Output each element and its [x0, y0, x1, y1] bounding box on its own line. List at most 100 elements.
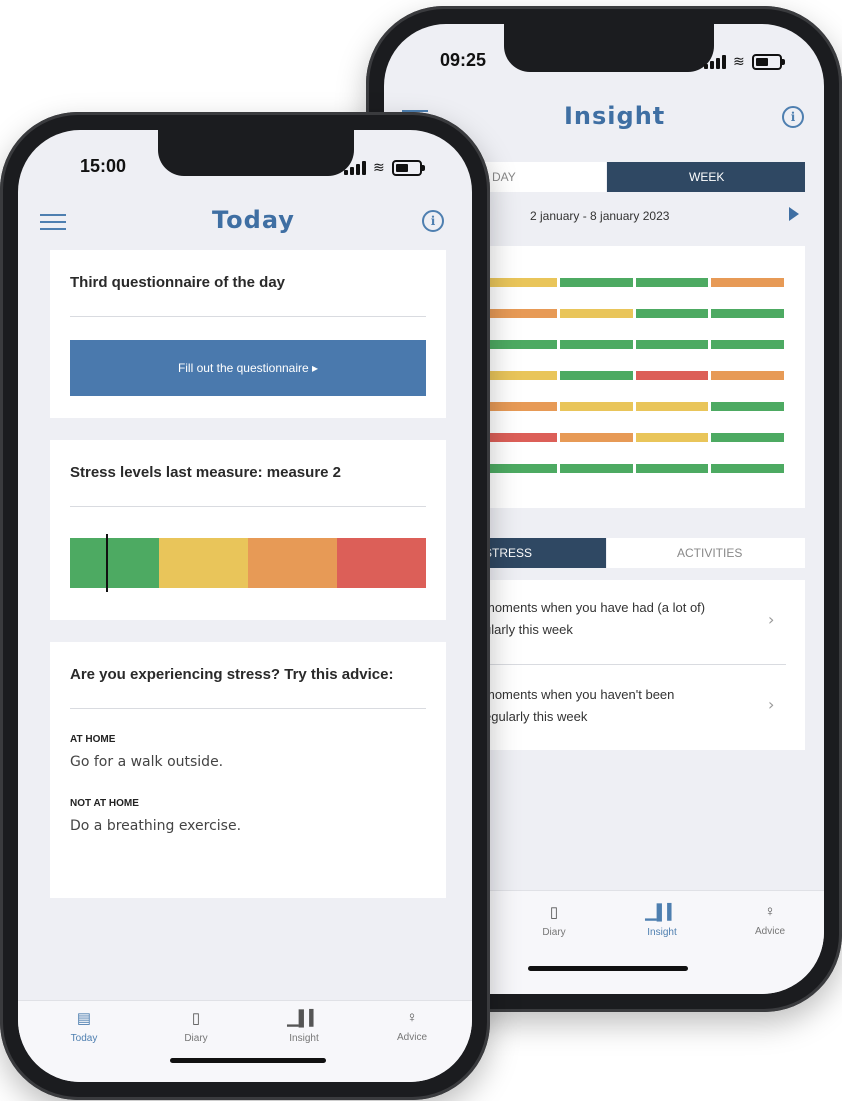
- stress-segment-orange: [711, 278, 784, 287]
- status-time: 09:25: [440, 50, 487, 70]
- back-notch: [504, 24, 714, 72]
- card-divider: [70, 708, 426, 709]
- stress-segment-green: [70, 538, 159, 588]
- stress-row: [484, 433, 784, 442]
- tab-stress-label: STRESS: [484, 546, 533, 560]
- advice-title: Are you experiencing stress? Try this ad…: [70, 666, 394, 683]
- tab-diary[interactable]: ▯ Diary: [524, 903, 584, 938]
- stress-segment-orange: [484, 309, 557, 318]
- wifi-icon: ≋: [373, 160, 385, 176]
- stress-segment-yellow: [484, 278, 557, 287]
- info-icon[interactable]: i: [782, 106, 804, 128]
- stress-segment-green: [635, 464, 709, 473]
- front-phone: 15:00 ≋ Today i Third questionnaire of t…: [0, 112, 490, 1100]
- status-icons: ≋: [344, 160, 425, 176]
- stress-segment-green: [559, 340, 633, 349]
- stress-segment-green: [711, 402, 784, 411]
- tab-week[interactable]: WEEK: [607, 162, 805, 192]
- tab-insight[interactable]: ▁▌▍ Insight: [274, 1009, 334, 1044]
- home-indicator: [528, 966, 688, 971]
- insight-icon: ▁▌▍: [287, 1010, 321, 1027]
- front-tab-bar: ▤ Today ▯ Diary ▁▌▍ Insight ♀ Advice: [18, 1000, 472, 1082]
- stress-segment-green: [559, 371, 633, 380]
- tab-today-label: Today: [70, 1033, 98, 1044]
- stress-segment-green: [635, 278, 709, 287]
- front-notch: [158, 130, 354, 176]
- tab-advice[interactable]: ♀ Advice: [382, 1009, 442, 1043]
- stress-segment-red: [635, 371, 709, 380]
- stress-segment-green: [711, 309, 784, 318]
- stress-segment-yellow: [635, 433, 709, 442]
- menu-icon[interactable]: [40, 214, 66, 235]
- tab-activities-label: ACTIVITIES: [677, 546, 743, 560]
- tab-today[interactable]: ▤ Today: [54, 1009, 114, 1044]
- wifi-icon: ≋: [733, 54, 745, 70]
- battery-icon: [751, 54, 785, 70]
- signal-icon: [704, 55, 726, 69]
- questionnaire-title: Third questionnaire of the day: [70, 274, 286, 291]
- card-divider: [70, 506, 426, 507]
- tab-advice-label: Advice: [396, 1032, 427, 1043]
- stress-segment-orange: [559, 433, 633, 442]
- tab-insight[interactable]: ▁▌▍ Insight: [632, 903, 692, 938]
- date-range: 2 january - 8 january 2023: [530, 209, 670, 223]
- list-item-line1: moments when you haven't been: [484, 687, 675, 702]
- tab-activities[interactable]: ACTIVITIES: [607, 538, 805, 568]
- list-item-line2: ularly this week: [484, 622, 573, 637]
- stress-segment-green: [484, 464, 557, 473]
- tab-week-label: WEEK: [689, 170, 725, 184]
- stress-level-bar: [70, 534, 426, 592]
- card-divider: [70, 316, 426, 317]
- stress-level-marker: [105, 534, 108, 592]
- list-item-line2: egularly this week: [484, 709, 588, 724]
- stress-segment-green: [711, 340, 784, 349]
- diary-icon: ▯: [549, 904, 559, 921]
- page-title: Insight: [564, 102, 666, 130]
- stress-segment-green: [711, 433, 784, 442]
- page-title: Today: [212, 206, 295, 234]
- advice-icon: ♀: [764, 903, 776, 920]
- chevron-right-icon: ›: [768, 610, 775, 629]
- stress-segment-yellow: [484, 371, 557, 380]
- info-icon[interactable]: i: [422, 210, 444, 232]
- stress-level-card: Stress levels last measure: measure 2: [50, 440, 446, 620]
- stress-row: [484, 464, 784, 473]
- tab-day-label: DAY: [492, 170, 516, 184]
- at-home-label: AT HOME: [70, 734, 116, 745]
- advice-icon: ♀: [406, 1009, 418, 1026]
- stress-segment-green: [711, 464, 784, 473]
- fill-questionnaire-button[interactable]: Fill out the questionnaire ▸: [70, 340, 426, 396]
- stress-row: [484, 371, 784, 380]
- next-week-arrow[interactable]: [789, 207, 799, 221]
- stress-row: [484, 340, 784, 349]
- stress-segment-green: [635, 309, 709, 318]
- not-at-home-label: NOT AT HOME: [70, 798, 139, 809]
- tab-advice-label: Advice: [754, 926, 785, 937]
- stress-segment-red: [484, 433, 557, 442]
- stress-segment-yellow: [559, 402, 633, 411]
- battery-icon: [391, 160, 425, 176]
- signal-icon: [344, 161, 366, 175]
- tab-diary-label: Diary: [184, 1033, 208, 1044]
- status-time: 15:00: [80, 156, 127, 176]
- tab-insight-label: Insight: [289, 1033, 319, 1044]
- stress-segment-orange: [711, 371, 784, 380]
- home-indicator: [170, 1058, 326, 1063]
- diary-icon: ▯: [191, 1010, 201, 1027]
- chevron-right-icon: ›: [768, 695, 775, 714]
- status-icons: ≋: [704, 54, 785, 70]
- advice-card: Are you experiencing stress? Try this ad…: [50, 642, 446, 898]
- stress-segment-green: [484, 340, 557, 349]
- front-phone-screen: 15:00 ≋ Today i Third questionnaire of t…: [18, 130, 472, 1082]
- stress-row: [484, 402, 784, 411]
- insight-icon: ▁▌▍: [645, 904, 679, 921]
- list-item-line1: moments when you have had (a lot of): [484, 600, 706, 615]
- stress-segment-yellow: [559, 309, 633, 318]
- stress-segment-green: [559, 464, 633, 473]
- stress-segment-green: [559, 278, 633, 287]
- tab-advice[interactable]: ♀ Advice: [740, 903, 800, 937]
- tab-diary[interactable]: ▯ Diary: [166, 1009, 226, 1044]
- stress-segment-green: [635, 340, 709, 349]
- stress-segment-orange: [484, 402, 557, 411]
- stress-segment-yellow: [635, 402, 709, 411]
